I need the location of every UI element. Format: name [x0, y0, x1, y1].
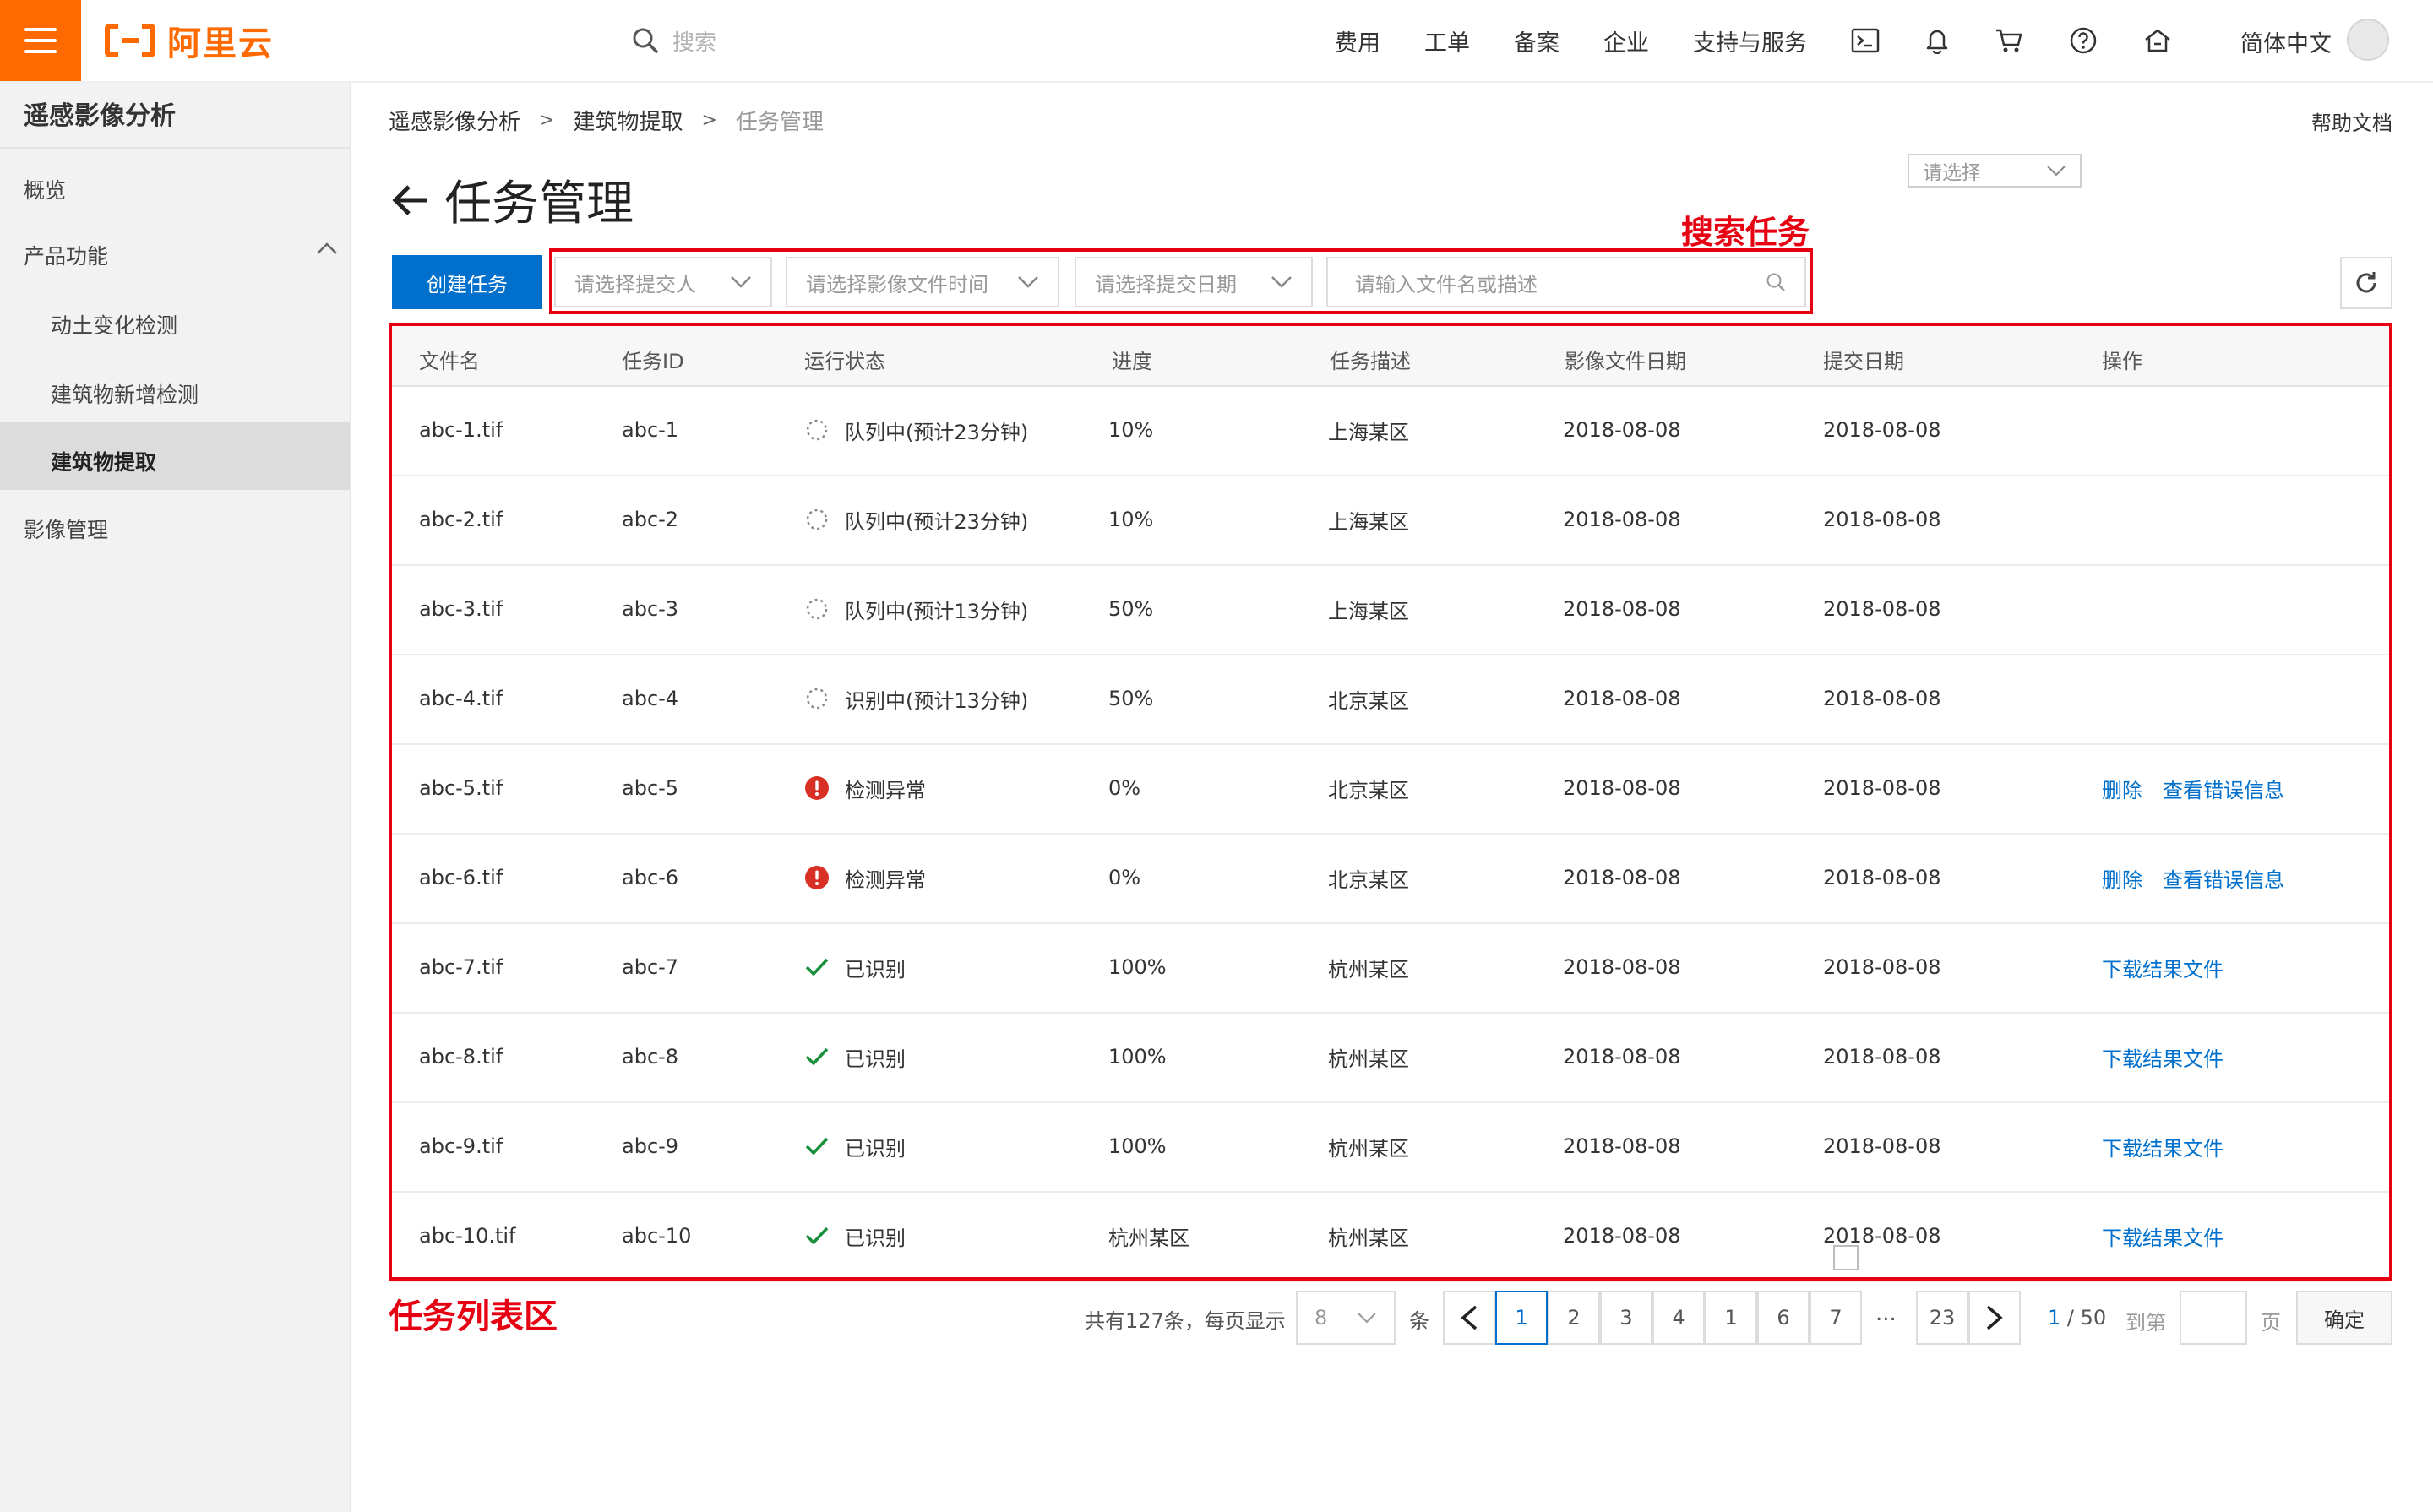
- table-annotation-frame: [389, 323, 2392, 1281]
- global-search[interactable]: 搜索: [632, 24, 716, 57]
- page-button[interactable]: 1: [1495, 1291, 1548, 1345]
- search-annotation-frame: [549, 248, 1813, 314]
- page-size-select[interactable]: 8: [1296, 1291, 1396, 1345]
- refresh-button[interactable]: [2340, 257, 2392, 309]
- top-select-value: 请选择: [1923, 162, 1981, 184]
- chevron-right-icon: >: [701, 110, 717, 131]
- goto-confirm-button[interactable]: 确定: [2296, 1291, 2392, 1345]
- sidebar-divider: [0, 147, 350, 149]
- chevron-right-icon: [1986, 1305, 2003, 1330]
- page-button[interactable]: 6: [1757, 1291, 1810, 1345]
- goto-label: 到第: [2125, 1311, 2166, 1335]
- top-nav: 费用 工单 备案 企业 支持与服务: [1335, 0, 2218, 81]
- nav-enterprise[interactable]: 企业: [1603, 24, 1649, 57]
- aliyun-logo-icon: [105, 24, 155, 57]
- nav-filing[interactable]: 备案: [1514, 24, 1559, 57]
- chevron-right-icon: >: [539, 110, 555, 131]
- chevron-down-icon: [1358, 1313, 1376, 1324]
- logo-text: 阿里云: [167, 24, 274, 63]
- avatar[interactable]: [2347, 19, 2389, 61]
- page-button[interactable]: 4: [1652, 1291, 1705, 1345]
- page-button[interactable]: 7: [1810, 1291, 1862, 1345]
- cart-icon[interactable]: [1995, 27, 2023, 54]
- page-title: 任务管理: [390, 166, 634, 234]
- home-icon[interactable]: [2143, 27, 2172, 54]
- nav-tickets[interactable]: 工单: [1424, 24, 1470, 57]
- sidebar-item-image-mgmt[interactable]: 影像管理: [24, 514, 108, 544]
- sidebar-title: 遥感影像分析: [24, 101, 176, 131]
- global-search-placeholder: 搜索: [672, 30, 717, 56]
- sidebar-item-earthwork-change[interactable]: 动土变化检测: [51, 309, 177, 340]
- goto-page-input[interactable]: [2180, 1291, 2247, 1345]
- sidebar-item-building-extract[interactable]: 建筑物提取: [51, 446, 156, 476]
- nav-fees[interactable]: 费用: [1335, 24, 1380, 57]
- breadcrumb-item[interactable]: 建筑物提取: [573, 105, 683, 136]
- nav-support[interactable]: 支持与服务: [1693, 24, 1807, 57]
- language-switch[interactable]: 简体中文: [2240, 25, 2332, 58]
- search-annotation-label: 搜索任务: [1681, 214, 1810, 251]
- page-title-text: 任务管理: [444, 177, 634, 231]
- table-annotation-label: 任务列表区: [389, 1297, 558, 1336]
- help-icon[interactable]: [2069, 26, 2098, 55]
- page-button[interactable]: 2: [1548, 1291, 1600, 1345]
- sidebar: 遥感影像分析 概览 产品功能 动土变化检测 建筑物新增检测 建筑物提取 影像管理: [0, 83, 351, 1512]
- aliyun-logo[interactable]: 阿里云: [105, 19, 274, 63]
- sidebar-item-overview[interactable]: 概览: [24, 174, 66, 204]
- top-select[interactable]: 请选择: [1908, 154, 2082, 188]
- pagination-ellipsis: ...: [1875, 1301, 1897, 1326]
- terminal-icon[interactable]: [1851, 28, 1880, 53]
- sidebar-item-product[interactable]: 产品功能: [24, 240, 108, 270]
- next-page-button[interactable]: [1968, 1291, 2021, 1345]
- chevron-left-icon: [1461, 1305, 1478, 1330]
- checkbox[interactable]: [1833, 1245, 1859, 1270]
- page-size-unit: 条: [1409, 1309, 1429, 1333]
- hamburger-icon: [24, 28, 57, 53]
- pagination-total: 共有127条，每页显示: [1085, 1309, 1286, 1333]
- page-button-last[interactable]: 23: [1916, 1291, 1968, 1345]
- menu-button[interactable]: [0, 0, 81, 81]
- page-button[interactable]: 3: [1600, 1291, 1652, 1345]
- page-counter-current: 1: [2048, 1306, 2061, 1330]
- breadcrumb-item[interactable]: 遥感影像分析: [389, 105, 520, 136]
- page-counter: 1 / 50: [2048, 1306, 2106, 1330]
- bell-icon[interactable]: [1925, 27, 1949, 54]
- goto-page-unit: 页: [2261, 1311, 2281, 1335]
- prev-page-button[interactable]: [1443, 1291, 1495, 1345]
- search-icon: [633, 28, 658, 53]
- page-size-value: 8: [1314, 1306, 1328, 1330]
- refresh-icon: [2356, 272, 2376, 293]
- page-counter-total: / 50: [2066, 1306, 2107, 1330]
- chevron-down-icon: [2047, 166, 2066, 177]
- breadcrumb-current: 任务管理: [735, 110, 824, 135]
- help-doc-link[interactable]: 帮助文档: [2311, 106, 2392, 136]
- page-button[interactable]: 1: [1705, 1291, 1757, 1345]
- back-arrow-icon[interactable]: [390, 183, 429, 217]
- create-task-button[interactable]: 创建任务: [392, 255, 542, 309]
- chevron-up-icon[interactable]: [316, 242, 338, 255]
- sidebar-item-new-building[interactable]: 建筑物新增检测: [51, 378, 199, 409]
- breadcrumb: 遥感影像分析 > 建筑物提取 > 任务管理: [389, 105, 824, 136]
